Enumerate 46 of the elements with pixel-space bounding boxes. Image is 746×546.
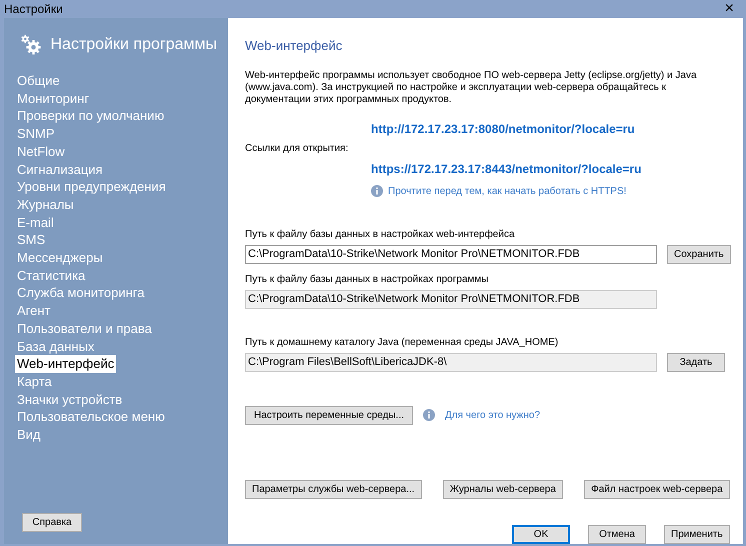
- sidebar-item[interactable]: Уровни предупреждения: [15, 178, 168, 196]
- field-label: Путь к файлу базы данных в настройках программы: [245, 272, 490, 286]
- sidebar-item[interactable]: Сигнализация: [15, 160, 105, 178]
- help-button[interactable]: Справка: [22, 512, 82, 532]
- env-vars-button[interactable]: Настроить переменные среды...: [245, 406, 413, 424]
- dialog-button[interactable]: Применить: [664, 524, 730, 544]
- description: Web-интерфейс программы использует свободное ПО web-сервера Jetty (eclipse.org/jetty) и Java (www.java.com). За инструкцией по настройке и эксплуатации web-сервера обращайтесь к документации этих программных продуктов.: [245, 70, 698, 106]
- page-heading: Web-интерфейс: [245, 37, 344, 55]
- sidebar-item[interactable]: Пользовательское меню: [15, 408, 167, 426]
- server-button[interactable]: Параметры службы web-сервера...: [245, 480, 422, 498]
- dialog-button[interactable]: OK: [512, 524, 570, 544]
- sidebar-item[interactable]: Журналы: [15, 196, 76, 214]
- sidebar-item[interactable]: Карта: [15, 372, 54, 391]
- sidebar-item[interactable]: Проверки по умолчанию: [15, 107, 166, 126]
- sidebar-item[interactable]: Мониторинг: [15, 90, 92, 108]
- links-label: Ссылки для открытия:: [245, 142, 350, 156]
- sidebar-item[interactable]: Статистика: [15, 266, 88, 284]
- close-button[interactable]: ×: [724, 1, 734, 17]
- sidebar-title: Настройки программы: [50, 35, 217, 55]
- window-title: Настройки: [4, 1, 63, 18]
- path-field[interactable]: C:\ProgramData\10-Strike\Network Monitor Pro\NETMONITOR.FDB: [245, 244, 657, 264]
- sidebar-item[interactable]: Значки устройств: [15, 390, 124, 408]
- sidebar-item[interactable]: E-mail: [15, 214, 56, 232]
- sidebar-item[interactable]: SNMP: [15, 125, 57, 143]
- sidebar-item[interactable]: Вид: [15, 426, 43, 444]
- info-icon: [371, 185, 383, 197]
- sidebar-item[interactable]: SMS: [15, 231, 48, 250]
- sidebar-item[interactable]: Пользователи и права: [15, 320, 154, 338]
- sidebar-item[interactable]: Мессенджеры: [15, 249, 105, 267]
- sidebar-item[interactable]: База данных: [15, 338, 96, 356]
- http-link[interactable]: http://172.17.23.17:8080/netmonitor/?locale=ru: [371, 120, 635, 138]
- https-link[interactable]: https://172.17.23.17:8443/netmonitor/?locale=ru: [371, 160, 642, 178]
- server-button[interactable]: Журналы web-сервера: [442, 480, 563, 498]
- sidebar-item[interactable]: Агент: [15, 302, 52, 320]
- sidebar-item[interactable]: Общие: [15, 72, 62, 90]
- info-icon: [423, 409, 435, 421]
- env-help-link[interactable]: Для чего это нужно?: [445, 408, 540, 422]
- dialog-button[interactable]: Отмена: [588, 524, 646, 544]
- sidebar-item[interactable]: NetFlow: [15, 142, 67, 161]
- sidebar-item[interactable]: Web-интерфейс: [15, 355, 116, 373]
- https-note-link[interactable]: Прочтите перед тем, как начать работать с HTTPS!: [388, 184, 626, 198]
- server-button[interactable]: Файл настроек web-сервера: [584, 480, 730, 498]
- sidebar-item[interactable]: Служба мониторинга: [15, 284, 146, 302]
- field-label: Путь к файлу базы данных в настройках web-интерфейса: [245, 228, 516, 242]
- field-label: Путь к домашнему каталогу Java (переменная среды JAVA_HOME): [245, 336, 560, 350]
- field-button[interactable]: Сохранить: [667, 244, 731, 264]
